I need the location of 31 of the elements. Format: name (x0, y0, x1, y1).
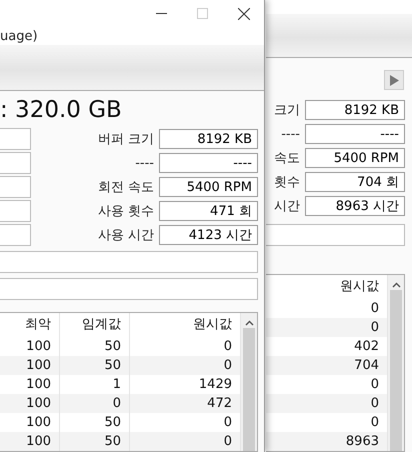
value-field: 471 회 (159, 201, 258, 221)
value-field: 8192 KB (159, 129, 258, 149)
value-field: 8192 KB (305, 100, 405, 120)
field-label: 시간 (273, 198, 301, 215)
value-field: ---- (159, 153, 258, 173)
table-cell: 50 (60, 432, 130, 451)
field-label: 버퍼 크기 (96, 131, 155, 148)
disk-capacity: : 320.0 GB (0, 96, 123, 125)
value-field: 5400 RPM (159, 177, 258, 197)
value-field: 5400 RPM (305, 148, 405, 168)
field-label: ---- (280, 126, 301, 142)
field-label: 사용 시간 (96, 227, 155, 244)
play-button[interactable] (384, 70, 404, 90)
table-cell: 100 (0, 432, 60, 451)
value-field: 704 회 (305, 172, 405, 192)
scrollbar[interactable] (241, 313, 257, 451)
scroll-up-icon[interactable] (244, 320, 254, 326)
value-field: 4123 시간 (159, 225, 258, 245)
play-icon (389, 74, 399, 86)
menu-text: uage) (0, 28, 39, 45)
close-icon[interactable] (238, 8, 250, 20)
field-label: 속도 (273, 150, 301, 167)
field-label: 사용 횟수 (96, 203, 155, 220)
field-label: 회전 속도 (96, 179, 155, 196)
value-field: 8963 시간 (305, 196, 405, 216)
field-label: 크기 (273, 102, 301, 119)
value-field: ---- (305, 124, 405, 144)
scrollbar[interactable] (388, 275, 404, 451)
scroll-up-icon[interactable] (392, 282, 400, 288)
field-label: 횟수 (273, 174, 301, 191)
field-label: ---- (134, 156, 155, 170)
